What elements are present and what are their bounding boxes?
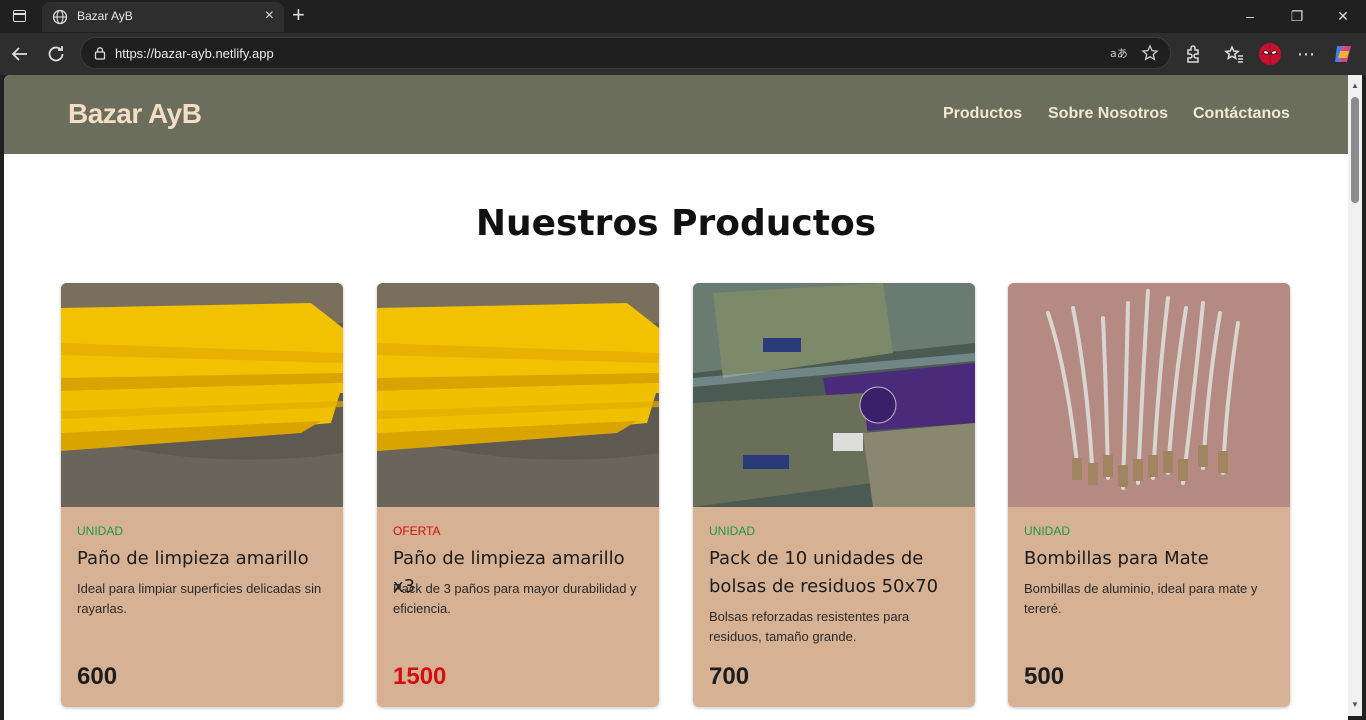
product-card[interactable]: UNIDAD Bombillas para Mate Bombillas de … [1008,283,1290,707]
close-tab-icon[interactable]: × [265,6,274,26]
scroll-down-icon[interactable]: ▼ [1350,700,1360,710]
reload-icon[interactable] [44,42,68,66]
copilot-icon[interactable] [1331,42,1355,66]
product-price: 600 [77,663,118,690]
svg-text:aあ: aあ [1110,47,1127,60]
lock-icon[interactable] [93,46,107,60]
product-price: 500 [1024,663,1065,690]
product-description: Ideal para limpiar superficies delicadas… [77,581,322,616]
product-description: Pack de 3 paños para mayor durabilidad y… [393,581,637,616]
product-tag: UNIDAD [709,524,756,538]
nav-link-productos[interactable]: Productos [943,105,1022,123]
browser-toolbar: https://bazar-ayb.netlify.app aあ ⋯ [0,33,1366,75]
product-image-yellow-cloth [377,283,659,507]
section-title: Nuestros Productos [475,203,877,244]
minimize-button[interactable]: – [1240,4,1260,28]
product-price: 1500 [393,663,447,690]
address-bar[interactable]: https://bazar-ayb.netlify.app aあ [80,37,1171,69]
active-tab[interactable]: Bazar AyB × [42,2,284,32]
product-description: Bombillas de aluminio, ideal para mate y… [1024,581,1258,616]
site-header: Bazar AyB Productos Sobre Nosotros Contá… [4,75,1348,154]
scrollbar-thumb[interactable] [1351,97,1359,203]
tab-bar: Bazar AyB × + – ❐ ✕ [0,0,1366,33]
product-card[interactable]: UNIDAD Pack de 10 unidades de bolsas de … [693,283,975,707]
product-tag: UNIDAD [1024,524,1071,538]
profile-avatar[interactable] [1258,42,1282,66]
back-icon[interactable] [8,42,32,66]
product-description: Bolsas reforzadas resistentes para resid… [709,609,910,644]
product-name: Bombillas para Mate [1024,548,1209,569]
product-price: 700 [709,663,750,690]
nav-link-sobre-nosotros[interactable]: Sobre Nosotros [1048,105,1168,123]
product-card[interactable]: OFERTA Paño de limpieza amarillo x3 Pack… [377,283,659,707]
product-card[interactable]: UNIDAD Paño de limpieza amarillo Ideal p… [61,283,343,707]
page-viewport: Bazar AyB Productos Sobre Nosotros Contá… [4,75,1348,720]
product-image-yellow-cloth [61,283,343,507]
more-options-icon[interactable]: ⋯ [1294,42,1318,66]
tab-title: Bazar AyB [77,9,133,23]
favorite-star-icon[interactable] [1141,44,1159,62]
product-image-mate-straws [1008,283,1290,507]
globe-icon [52,9,68,25]
brand-logo[interactable]: Bazar AyB [68,98,202,130]
product-image-trash-bags [693,283,975,507]
product-name: Pack de 10 unidades de bolsas de residuo… [709,548,939,597]
new-tab-button[interactable]: + [292,3,305,27]
nav-link-contactanos[interactable]: Contáctanos [1193,105,1290,123]
close-window-button[interactable]: ✕ [1333,4,1353,28]
favorites-icon[interactable] [1222,42,1246,66]
extensions-icon[interactable] [1181,42,1205,66]
product-tag: OFERTA [393,524,441,538]
read-aloud-icon[interactable]: aあ [1109,44,1127,62]
restore-button[interactable]: ❐ [1287,4,1307,28]
page-scrollbar[interactable]: ▲ ▼ [1348,75,1362,716]
scroll-up-icon[interactable]: ▲ [1350,81,1360,91]
url-text[interactable]: https://bazar-ayb.netlify.app [115,46,274,61]
product-tag: UNIDAD [77,524,124,538]
tab-actions-icon[interactable] [8,6,32,26]
product-name: Paño de limpieza amarillo [77,548,309,569]
